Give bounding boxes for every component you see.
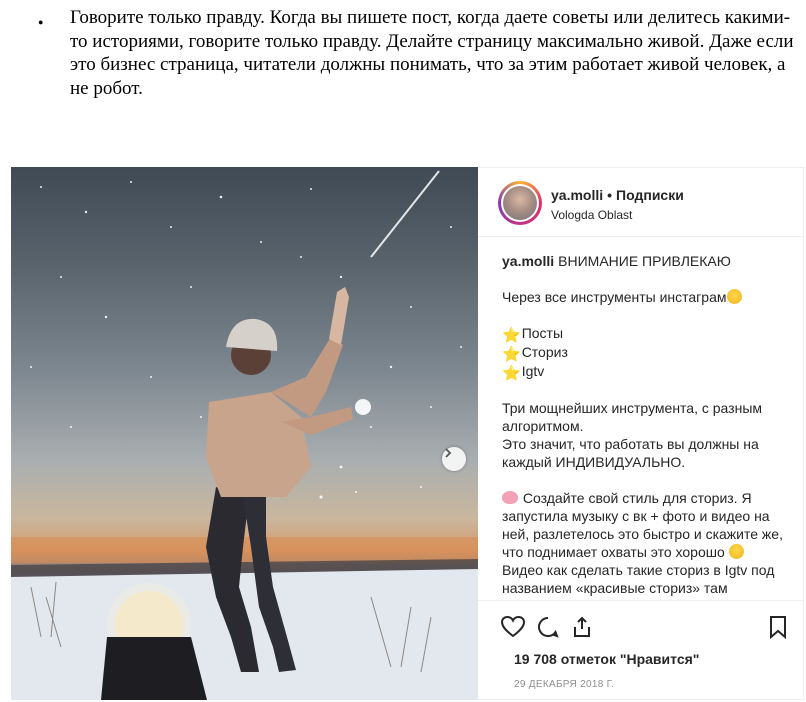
comment-icon[interactable]	[536, 615, 560, 639]
caption-line1: ВНИМАНИЕ ПРИВЛЕКАЮ	[558, 253, 731, 269]
post-date: 29 ДЕКАБРЯ 2018 Г.	[514, 679, 615, 690]
separator-dot: •	[607, 187, 613, 203]
post-caption: ya.molli ВНИМАНИЕ ПРИВЛЕКАЮ Через все инс…	[502, 252, 792, 600]
caption-item3: Igtv	[521, 363, 545, 379]
photo-illustration	[11, 170, 478, 700]
heart-icon[interactable]	[500, 615, 526, 639]
smile-emoji-icon	[728, 544, 744, 559]
bookmark-icon[interactable]	[768, 615, 788, 639]
list-bullet: ●	[38, 17, 44, 27]
brain-emoji-icon	[502, 491, 518, 504]
caption-item2: Сториз	[521, 344, 568, 360]
avatar-photo	[503, 186, 537, 220]
header-username-line: ya.molli • Подписки	[551, 187, 684, 203]
document-paragraph: Говорите только правду. Когда вы пишете …	[70, 7, 794, 99]
smile-emoji-icon	[726, 289, 742, 304]
post-header: ya.molli • Подписки Vologda Oblast	[478, 168, 803, 237]
username-link[interactable]: ya.molli	[551, 187, 603, 203]
caption-para2: Это значит, что работать вы должны на ка…	[502, 436, 759, 470]
caption-para4: Видео как сделать такие сториз в Igtv по…	[502, 562, 775, 596]
caption-item1: Посты	[521, 325, 564, 341]
star-emoji-icon: ⭐	[502, 365, 521, 382]
star-emoji-icon: ⭐	[502, 346, 521, 363]
share-icon[interactable]	[570, 615, 594, 639]
caption-username[interactable]: ya.molli	[502, 253, 554, 269]
caption-para1: Три мощнейших инструмента, с разным алго…	[502, 400, 763, 434]
avatar[interactable]	[498, 181, 542, 225]
caption-line2: Через все инструменты инстаграм	[502, 289, 727, 305]
next-photo-button[interactable]	[442, 447, 466, 471]
likes-count[interactable]: 19 708 отметок "Нравится"	[514, 651, 699, 667]
instagram-post: ya.molli • Подписки Vologda Oblast ya.moll…	[11, 167, 804, 700]
star-emoji-icon: ⭐	[502, 327, 521, 344]
post-sidebar: ya.molli • Подписки Vologda Oblast ya.moll…	[478, 167, 804, 700]
follow-button[interactable]: Подписки	[616, 187, 684, 203]
location-link[interactable]: Vologda Oblast	[551, 208, 632, 222]
post-photo	[11, 167, 478, 700]
chevron-right-icon	[445, 448, 452, 458]
